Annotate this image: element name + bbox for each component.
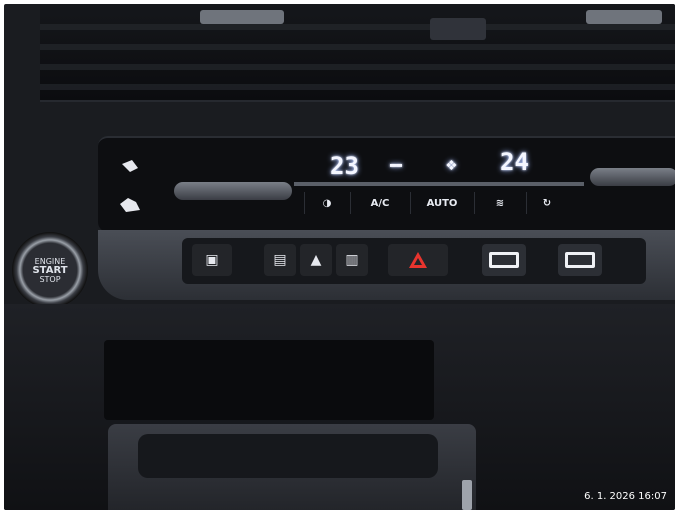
slider-track [294,182,584,186]
button-bezel: ▣ ▤ ▲ ▥ [182,238,646,284]
hazard-triangle-icon [409,252,427,268]
auto-button[interactable]: AUTO [410,192,473,214]
vent-knob[interactable] [430,18,486,40]
air-direction-icon [120,198,140,212]
lane-icon: ▲ [310,252,322,268]
ac-label: A/C [370,197,390,209]
left-rear-door-button[interactable]: ▤ [264,244,296,276]
ac-button[interactable]: A/C [350,192,409,214]
start-line3: STOP [39,274,61,284]
rear-defrost-icon: ≋ [495,197,505,209]
vent-tab-left[interactable] [200,10,284,24]
console-clip [462,480,472,510]
storage-tray [108,424,476,510]
lane-assist-button[interactable]: ▲ [300,244,332,276]
tray-recess [138,434,438,478]
fan-icons [120,160,140,212]
left-temperature-display: 23 [330,152,359,180]
seat-heater-left-button[interactable] [482,244,526,276]
right-rear-door-button[interactable]: ▥ [336,244,368,276]
recirculation-icon: ↻ [542,197,552,209]
fan-level-indicator: ▬▬ [390,160,403,171]
fan-speed-icon [122,160,138,172]
right-temperature-display: 24 [500,148,529,176]
hazard-button[interactable] [388,244,448,276]
door-icon: ▤ [273,252,287,268]
seat-airflow-icon: ❖ [446,154,457,175]
climate-panel: 23 ▬▬ ❖ 24 ◑ A/C AUTO ≋ ↻ [98,136,675,232]
rear-defrost-button[interactable]: ≋ [474,192,525,214]
photo-timestamp: 6. 1. 2026 16:07 [584,491,667,502]
start-line2: START [32,264,68,276]
air-vent [40,4,675,102]
temperature-slider-right[interactable] [590,168,675,186]
recirculation-button[interactable]: ↻ [526,192,567,214]
door-icon: ▥ [345,252,359,268]
windshield-defrost-button[interactable]: ◑ [304,192,349,214]
seat-heater-right-button[interactable] [558,244,602,276]
lock-icon: ▣ [205,252,219,268]
seat-heater-icon [565,252,595,268]
temperature-slider-left[interactable] [174,182,292,200]
auto-label: AUTO [426,197,458,209]
seat-heater-icon [489,252,519,268]
windshield-defrost-icon: ◑ [322,197,332,209]
vent-tab-right[interactable] [586,10,662,24]
lock-button[interactable]: ▣ [192,244,232,276]
control-bar: ▣ ▤ ▲ ▥ [98,230,675,300]
engine-start-stop-button[interactable]: ENGINE START STOP [12,232,88,308]
dashboard-photo: 23 ▬▬ ❖ 24 ◑ A/C AUTO ≋ ↻ ENGINE START S… [4,4,675,510]
storage-cubby [104,340,434,420]
